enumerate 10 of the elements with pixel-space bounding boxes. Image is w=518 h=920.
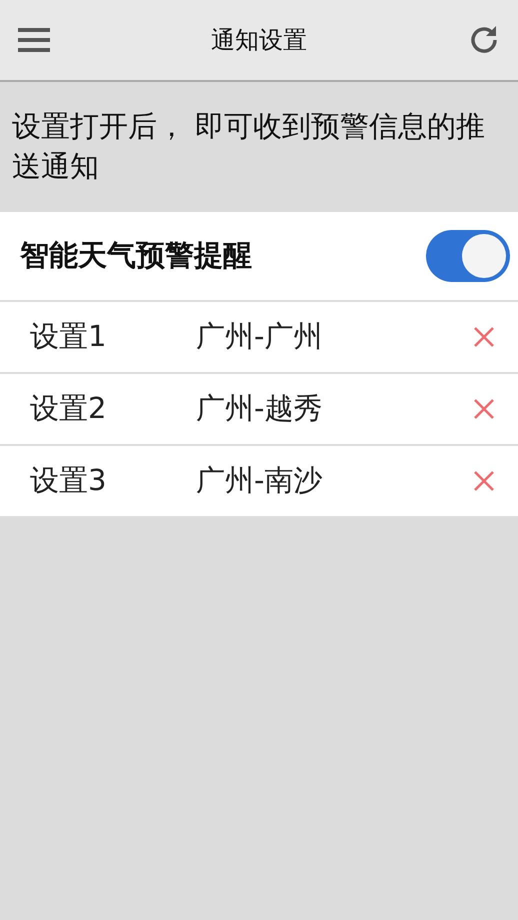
notice-text: 设置打开后， 即可收到预警信息的推送通知: [11, 108, 486, 185]
location-text: 广州-越秀: [196, 390, 324, 428]
toggle-switch[interactable]: [426, 230, 510, 282]
setting-name: 设置1: [30, 318, 108, 356]
setting-name: 设置2: [30, 390, 108, 428]
location-text: 广州-广州: [196, 318, 324, 356]
setting-name: 设置3: [30, 462, 108, 500]
toggle-label: 智能天气预警提醒: [20, 237, 252, 274]
location-text: 广州-南沙: [196, 462, 324, 500]
page-title: 通知设置: [211, 25, 307, 56]
